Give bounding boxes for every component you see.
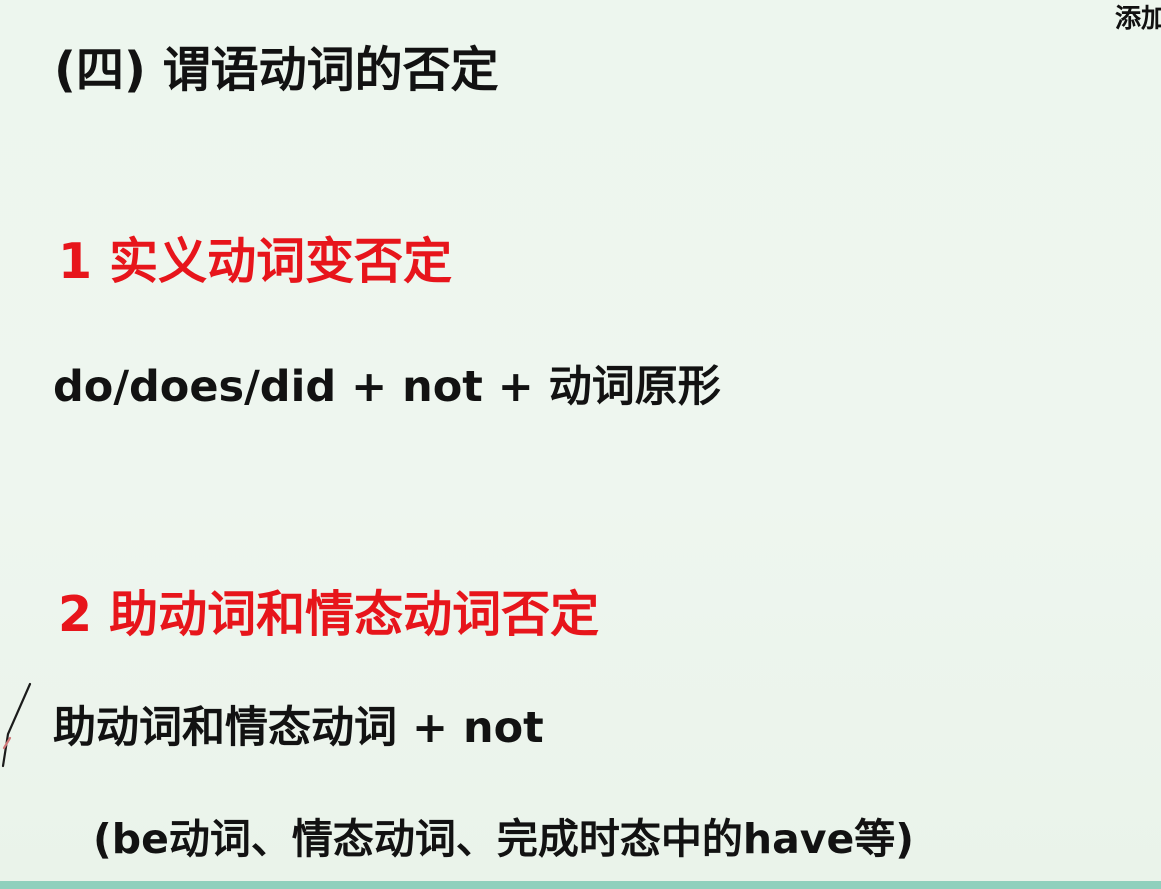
pen-stroke-mark xyxy=(1,682,32,768)
section-2-formula: 助动词和情态动词 + not xyxy=(53,703,544,753)
section-2-heading: 2 助动词和情态动词否定 xyxy=(58,586,600,643)
section-1-heading: 1 实义动词变否定 xyxy=(58,233,453,290)
section-1-formula: do/does/did + not + 动词原形 xyxy=(53,362,721,412)
corner-overlay-text[interactable]: 添加 xyxy=(1115,0,1161,35)
slide-title: (四) 谓语动词的否定 xyxy=(54,42,499,98)
slide-canvas: 添加 (四) 谓语动词的否定 1 实义动词变否定 do/does/did + n… xyxy=(0,0,1161,889)
section-2-note: (be动词、情态动词、完成时态中的have等) xyxy=(93,815,915,863)
bottom-progress-bar xyxy=(0,881,1161,889)
